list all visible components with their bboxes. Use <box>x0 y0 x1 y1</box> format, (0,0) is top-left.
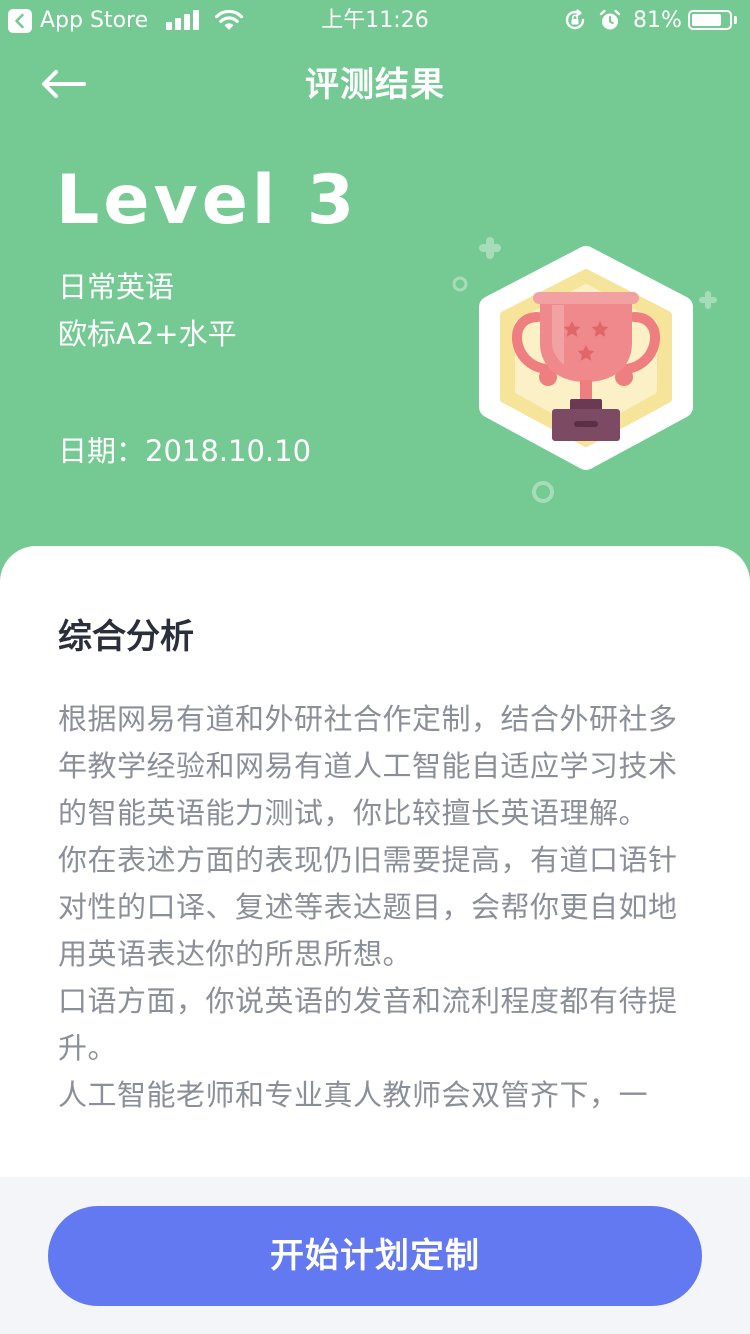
analysis-paragraph: 你在表述方面的表现仍旧需要提高，有道口语针对性的口译、复述等表达题目，会帮你更自… <box>58 843 678 971</box>
battery-tip <box>734 16 737 24</box>
analysis-paragraph: 口语方面，你说英语的发音和流利程度都有待提升。 <box>58 984 678 1065</box>
analysis-paragraph: 根据网易有道和外研社合作定制，结合外研社多年教学经验和网易有道人工智能自适应学习… <box>58 702 678 830</box>
analysis-paragraph: 人工智能老师和专业真人教师会双管齐下，一 <box>58 1078 649 1112</box>
page-title: 评测结果 <box>305 65 445 105</box>
cefr-level: 欧标A2+水平 <box>58 317 237 351</box>
orientation-lock-icon <box>563 8 587 32</box>
level-description: 日常英语 <box>58 270 175 304</box>
level-title: Level 3 <box>56 161 359 240</box>
battery-percentage: 81% <box>633 8 682 33</box>
sparkle-ring-icon <box>452 276 468 292</box>
test-date: 日期：2018.10.10 <box>58 434 312 468</box>
battery-icon <box>688 10 732 30</box>
trophy-badge-icon <box>440 225 740 515</box>
battery-level-fill <box>692 14 722 26</box>
bottom-action-bar: 开始计划定制 <box>0 1177 750 1334</box>
analysis-title: 综合分析 <box>58 617 194 657</box>
analysis-text[interactable]: 根据网易有道和外研社合作定制，结合外研社多年教学经验和网易有道人工智能自适应学习… <box>58 696 702 1119</box>
alarm-icon <box>598 8 622 32</box>
sparkle-ring-icon <box>532 481 554 503</box>
start-plan-button[interactable]: 开始计划定制 <box>48 1206 702 1306</box>
status-bar: App Store 上午11:26 81% <box>0 0 750 40</box>
